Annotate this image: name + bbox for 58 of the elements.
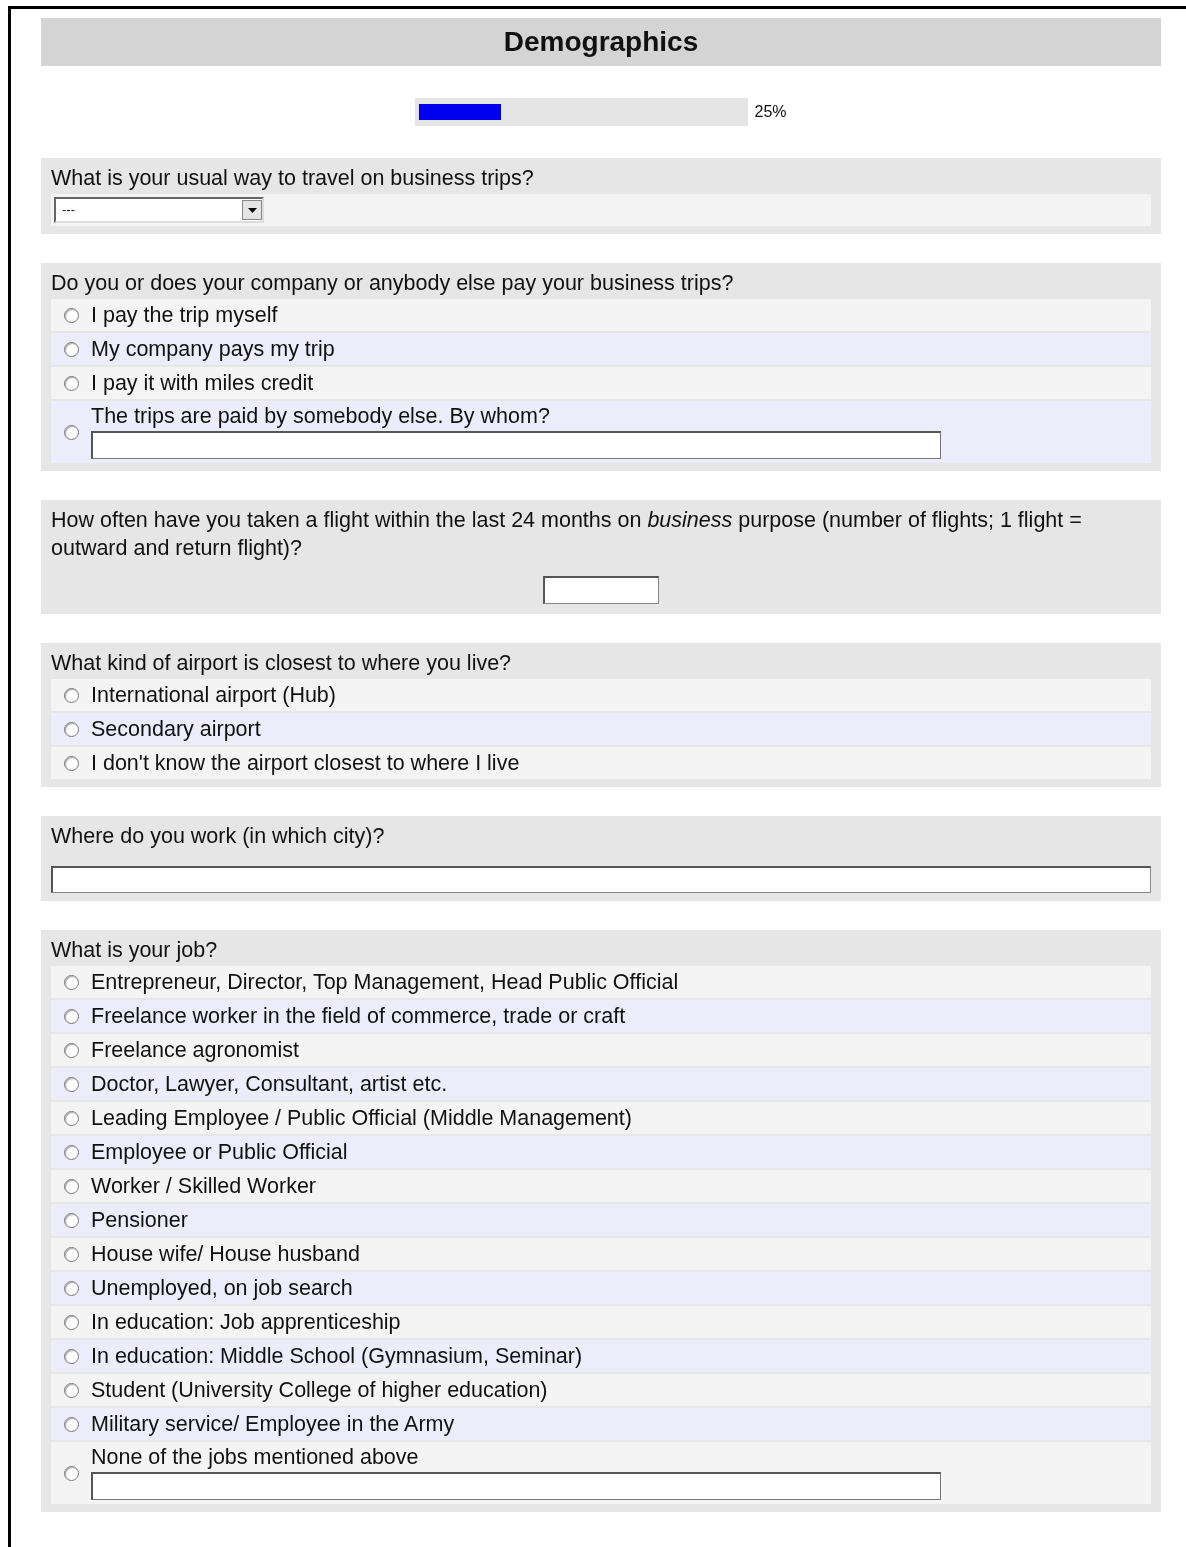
option-label: Military service/ Employee in the Army xyxy=(91,1411,455,1438)
input-field[interactable] xyxy=(91,1472,941,1500)
caret-icon xyxy=(242,200,262,220)
radio-button[interactable] xyxy=(63,721,79,737)
input-field[interactable] xyxy=(51,866,1151,893)
radio-button[interactable] xyxy=(63,687,79,703)
radio-button[interactable] xyxy=(63,1076,79,1092)
option-label: Employee or Public Official xyxy=(91,1139,348,1166)
radio-button[interactable] xyxy=(63,1110,79,1126)
option-label: Student (University College of higher education) xyxy=(91,1377,548,1404)
option-label: House wife/ House husband xyxy=(91,1241,360,1268)
input-field[interactable] xyxy=(543,576,659,604)
question-text: What is your job? xyxy=(51,937,219,964)
option-label: The trips are paid by somebody else. By whom? xyxy=(91,403,551,430)
radio-button[interactable] xyxy=(63,341,79,357)
option-label: Worker / Skilled Worker xyxy=(91,1173,316,1200)
option-label: None of the jobs mentioned above xyxy=(91,1444,420,1471)
option-label: Freelance worker in the field of commerce, trade or craft xyxy=(91,1003,626,1030)
option-label: Leading Employee / Public Official (Middle Management) xyxy=(91,1105,632,1132)
question-text: What kind of airport is closest to where you live? xyxy=(51,650,513,677)
option-label: I pay the trip myself xyxy=(91,302,278,329)
radio-button[interactable] xyxy=(63,375,79,391)
dropdown[interactable]: --- xyxy=(54,197,264,223)
option-label: My company pays my trip xyxy=(91,336,335,363)
radio-button[interactable] xyxy=(63,1465,79,1481)
question-text: Do you or does your company or anybody else pay your business trips? xyxy=(51,270,735,297)
question-text: Where do you work (in which city)? xyxy=(51,823,386,850)
radio-button[interactable] xyxy=(63,1382,79,1398)
radio-button[interactable] xyxy=(63,307,79,323)
radio-button[interactable] xyxy=(63,424,79,440)
progress-reading: 25% xyxy=(754,102,787,122)
option-label: Pensioner xyxy=(91,1207,188,1234)
input-field[interactable] xyxy=(91,431,941,459)
radio-button[interactable] xyxy=(63,1178,79,1194)
option-label: International airport (Hub) xyxy=(91,682,336,709)
radio-button[interactable] xyxy=(63,1246,79,1262)
option-label: Entrepreneur, Director, Top Management, Head Public Official xyxy=(91,969,679,996)
option-label: Freelance agronomist xyxy=(91,1037,299,1064)
radio-button[interactable] xyxy=(63,1348,79,1364)
option-label: Unemployed, on job search xyxy=(91,1275,353,1302)
radio-button[interactable] xyxy=(63,1280,79,1296)
option-label: Doctor, Lawyer, Consultant, artist etc. xyxy=(91,1071,448,1098)
radio-button[interactable] xyxy=(63,1008,79,1024)
radio-button[interactable] xyxy=(63,1144,79,1160)
option-label: I pay it with miles credit xyxy=(91,370,314,397)
radio-button[interactable] xyxy=(63,1416,79,1432)
option-label: I don't know the airport closest to where I live xyxy=(91,750,520,777)
page-title: Demographics xyxy=(41,18,1161,66)
option-label: Secondary airport xyxy=(91,716,261,743)
option-label: In education: Job apprenticeship xyxy=(91,1309,401,1336)
radio-button[interactable] xyxy=(63,755,79,771)
question-text: What is your usual way to travel on business trips? xyxy=(51,165,535,192)
radio-button[interactable] xyxy=(63,1042,79,1058)
option-label: In education: Middle School (Gymnasium, Seminar) xyxy=(91,1343,583,1370)
radio-button[interactable] xyxy=(63,974,79,990)
radio-button[interactable] xyxy=(63,1314,79,1330)
question-text: How often have you taken a flight within the last 24 months on business purpose (number of flights; 1 flight = outward and return flight)? xyxy=(51,507,1083,562)
radio-button[interactable] xyxy=(63,1212,79,1228)
